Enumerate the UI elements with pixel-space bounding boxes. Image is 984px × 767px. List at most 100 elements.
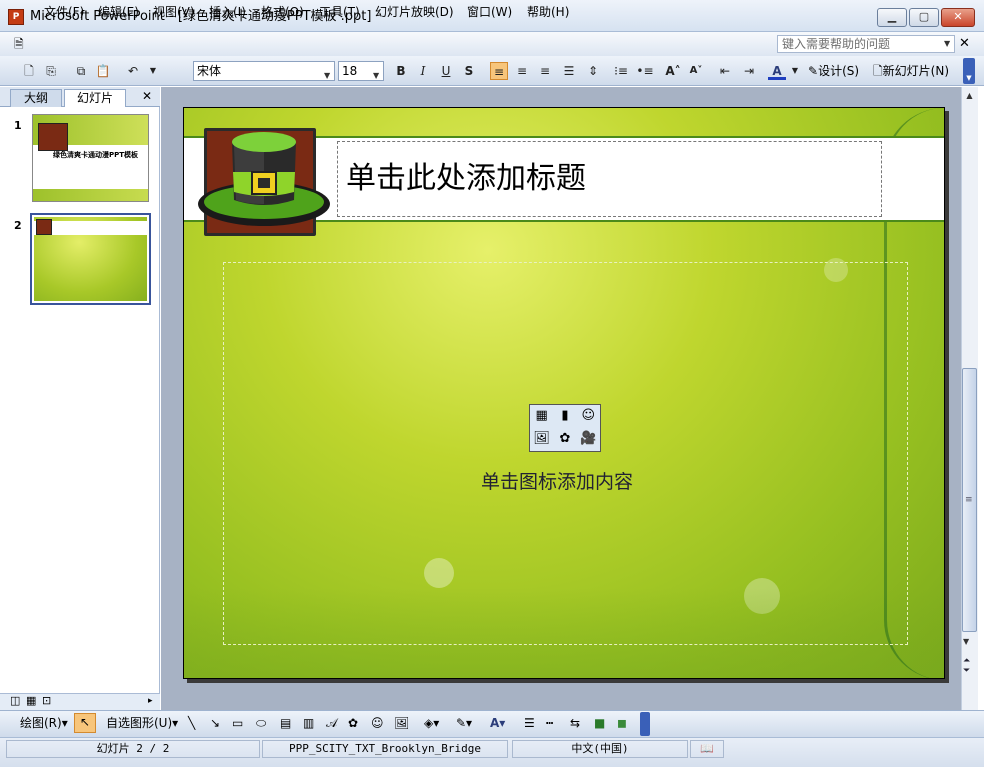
arrow-tool-icon[interactable]: ↘ — [210, 715, 220, 731]
insert-diagram-icon[interactable]: ✿ — [553, 428, 576, 451]
select-pointer-icon[interactable]: ↖ — [74, 713, 96, 733]
chevron-down-icon[interactable]: ▼ — [944, 39, 950, 48]
textbox-tool-icon[interactable]: ▤ — [280, 715, 291, 731]
font-size-select[interactable]: 18 ▼ — [338, 61, 384, 81]
new-slide-button[interactable]: 🗋新幻灯片(N) — [873, 63, 949, 79]
scroll-up-icon[interactable]: ▲ — [963, 89, 976, 102]
status-design-name: PPP_SCITY_TXT_Brooklyn_Bridge — [262, 740, 508, 758]
autoshapes-button[interactable]: 自选图形(U)▾ — [106, 715, 178, 731]
diagram-icon[interactable]: ✿ — [348, 715, 358, 731]
numbering-icon[interactable]: ⁝≡ — [612, 62, 630, 80]
copy-icon[interactable]: ⧉ — [72, 62, 90, 80]
wordart-icon[interactable]: 𝒜 — [326, 715, 337, 731]
insert-table-icon[interactable]: ▦ — [530, 405, 553, 428]
picture-icon[interactable]: 🖼 — [394, 715, 409, 731]
font-name-select[interactable]: 宋体 ▼ — [193, 61, 335, 81]
document-close-icon[interactable]: ✕ — [959, 36, 970, 51]
sorter-view-icon[interactable]: ▦ — [26, 695, 36, 707]
content-placeholder[interactable] — [223, 262, 908, 645]
insert-chart-icon[interactable]: ▮ — [553, 405, 576, 428]
decrease-indent-icon[interactable]: ⇤ — [716, 62, 734, 80]
line-style-icon[interactable]: ☰ — [524, 715, 535, 731]
title-placeholder-text: 单击此处添加标题 — [346, 161, 586, 196]
menu-tools[interactable]: 工具(T) — [319, 4, 360, 20]
decrease-font-icon[interactable]: A˅ — [687, 62, 705, 80]
spellcheck-icon[interactable]: 📖 — [690, 740, 724, 758]
slideshow-view-icon[interactable]: ⊡ — [42, 695, 51, 707]
bold-icon[interactable]: B — [392, 62, 410, 80]
powerpoint-app-icon[interactable]: P — [8, 9, 24, 25]
undo-dropdown-icon[interactable]: ▼ — [144, 62, 162, 80]
maximize-button[interactable]: ▢ — [909, 8, 939, 27]
menu-window[interactable]: 窗口(W) — [467, 4, 512, 20]
status-language: 中文(中国) — [512, 740, 688, 758]
menu-view[interactable]: 视图(V) — [153, 4, 195, 20]
fill-color-icon[interactable]: ◈▾ — [424, 715, 439, 731]
menu-format[interactable]: 格式(O) — [261, 4, 304, 20]
previous-slide-icon[interactable]: ⏶ ⏷ — [963, 656, 970, 676]
rectangle-tool-icon[interactable]: ▭ — [232, 715, 243, 731]
line-spacing-icon[interactable]: ⇕ — [584, 62, 602, 80]
align-left-icon[interactable]: ≡ — [490, 62, 508, 80]
chevron-down-icon[interactable]: ▼ — [786, 62, 804, 80]
chevron-down-icon: ▼ — [373, 71, 380, 80]
new-file-icon[interactable]: 🗋 — [20, 62, 38, 80]
tab-slides[interactable]: 幻灯片 — [64, 89, 126, 107]
thumb1-bottom-band — [33, 189, 148, 201]
pane-close-icon[interactable]: ✕ — [142, 89, 152, 103]
font-color-icon[interactable]: A — [768, 62, 786, 80]
normal-view-icon[interactable]: ◫ — [10, 695, 20, 707]
slide-number-2: 2 — [14, 219, 22, 232]
slide-number-1: 1 — [14, 119, 22, 132]
thumb1-title: 绿色清爽卡通动漫PPT模板 — [53, 151, 139, 159]
distribute-icon[interactable]: ☰ — [560, 62, 578, 80]
slide-thumbnail-2-selected[interactable] — [30, 213, 151, 305]
toolbar-options-icon[interactable]: ▼ — [963, 58, 975, 84]
undo-icon[interactable]: ↶ — [124, 62, 142, 80]
open-icon[interactable]: ⎘ — [42, 62, 60, 80]
scroll-down-icon[interactable]: ▼ — [963, 637, 969, 646]
tab-outline[interactable]: 大纲 — [10, 89, 62, 107]
shadow-icon[interactable]: S — [460, 62, 478, 80]
scroll-right-icon[interactable]: ▸ — [148, 695, 153, 707]
menu-help[interactable]: 帮助(H) — [527, 4, 569, 20]
align-center-icon[interactable]: ≡ — [513, 62, 531, 80]
font-name-value: 宋体 — [197, 64, 222, 78]
vertical-textbox-icon[interactable]: ▥ — [303, 715, 314, 731]
increase-indent-icon[interactable]: ⇥ — [740, 62, 758, 80]
underline-icon[interactable]: U — [437, 62, 455, 80]
menu-edit[interactable]: 编辑(E) — [98, 4, 139, 20]
increase-font-icon[interactable]: A˄ — [664, 62, 682, 80]
slide-thumbnail-1[interactable]: 绿色清爽卡通动漫PPT模板 — [32, 114, 149, 202]
paste-icon[interactable]: 📋 — [94, 62, 112, 80]
close-button[interactable]: ✕ — [941, 8, 975, 27]
design-button[interactable]: ✎设计(S) — [808, 63, 859, 79]
content-placeholder-text: 单击图标添加内容 — [481, 471, 634, 493]
line-tool-icon[interactable]: ╲ — [188, 715, 195, 731]
clipart-icon[interactable]: ☺ — [371, 715, 384, 731]
insert-clipart-icon[interactable]: ☺ — [577, 405, 600, 428]
bullets-icon[interactable]: •≡ — [636, 62, 654, 80]
chevron-down-icon: ▼ — [324, 71, 331, 80]
autoshapes-label: 自选图形(U) — [106, 716, 173, 730]
dash-style-icon[interactable]: ┅ — [546, 715, 553, 731]
arrow-style-icon[interactable]: ⇆ — [570, 715, 580, 731]
menu-file[interactable]: 文件(F) — [44, 4, 84, 20]
document-icon[interactable]: 🗎 — [14, 36, 32, 52]
insert-picture-icon[interactable]: 🖼 — [530, 428, 553, 451]
insert-media-icon[interactable]: 🎥 — [577, 428, 600, 451]
minimize-button[interactable]: ▁ — [877, 8, 907, 27]
menu-insert[interactable]: 插入(I) — [209, 4, 246, 20]
line-color-icon[interactable]: ✎▾ — [456, 715, 472, 731]
toolbar-options-icon[interactable] — [640, 712, 650, 736]
font-color-icon[interactable]: A▾ — [490, 715, 505, 731]
help-search-input[interactable]: 键入需要帮助的问题 — [777, 35, 955, 53]
italic-icon[interactable]: I — [414, 62, 432, 80]
slide-canvas[interactable]: 单击此处添加标题 ▦ ▮ ☺ 🖼 ✿ 🎥 单击图标添加内容 — [183, 107, 945, 679]
align-right-icon[interactable]: ≡ — [536, 62, 554, 80]
draw-menu-button[interactable]: 绘图(R)▾ — [20, 715, 68, 731]
menu-slideshow[interactable]: 幻灯片放映(D) — [375, 4, 454, 20]
oval-tool-icon[interactable]: ⬭ — [256, 715, 266, 731]
shadow-style-icon[interactable]: ■ — [594, 715, 605, 731]
3d-style-icon[interactable]: ◼ — [617, 715, 627, 731]
